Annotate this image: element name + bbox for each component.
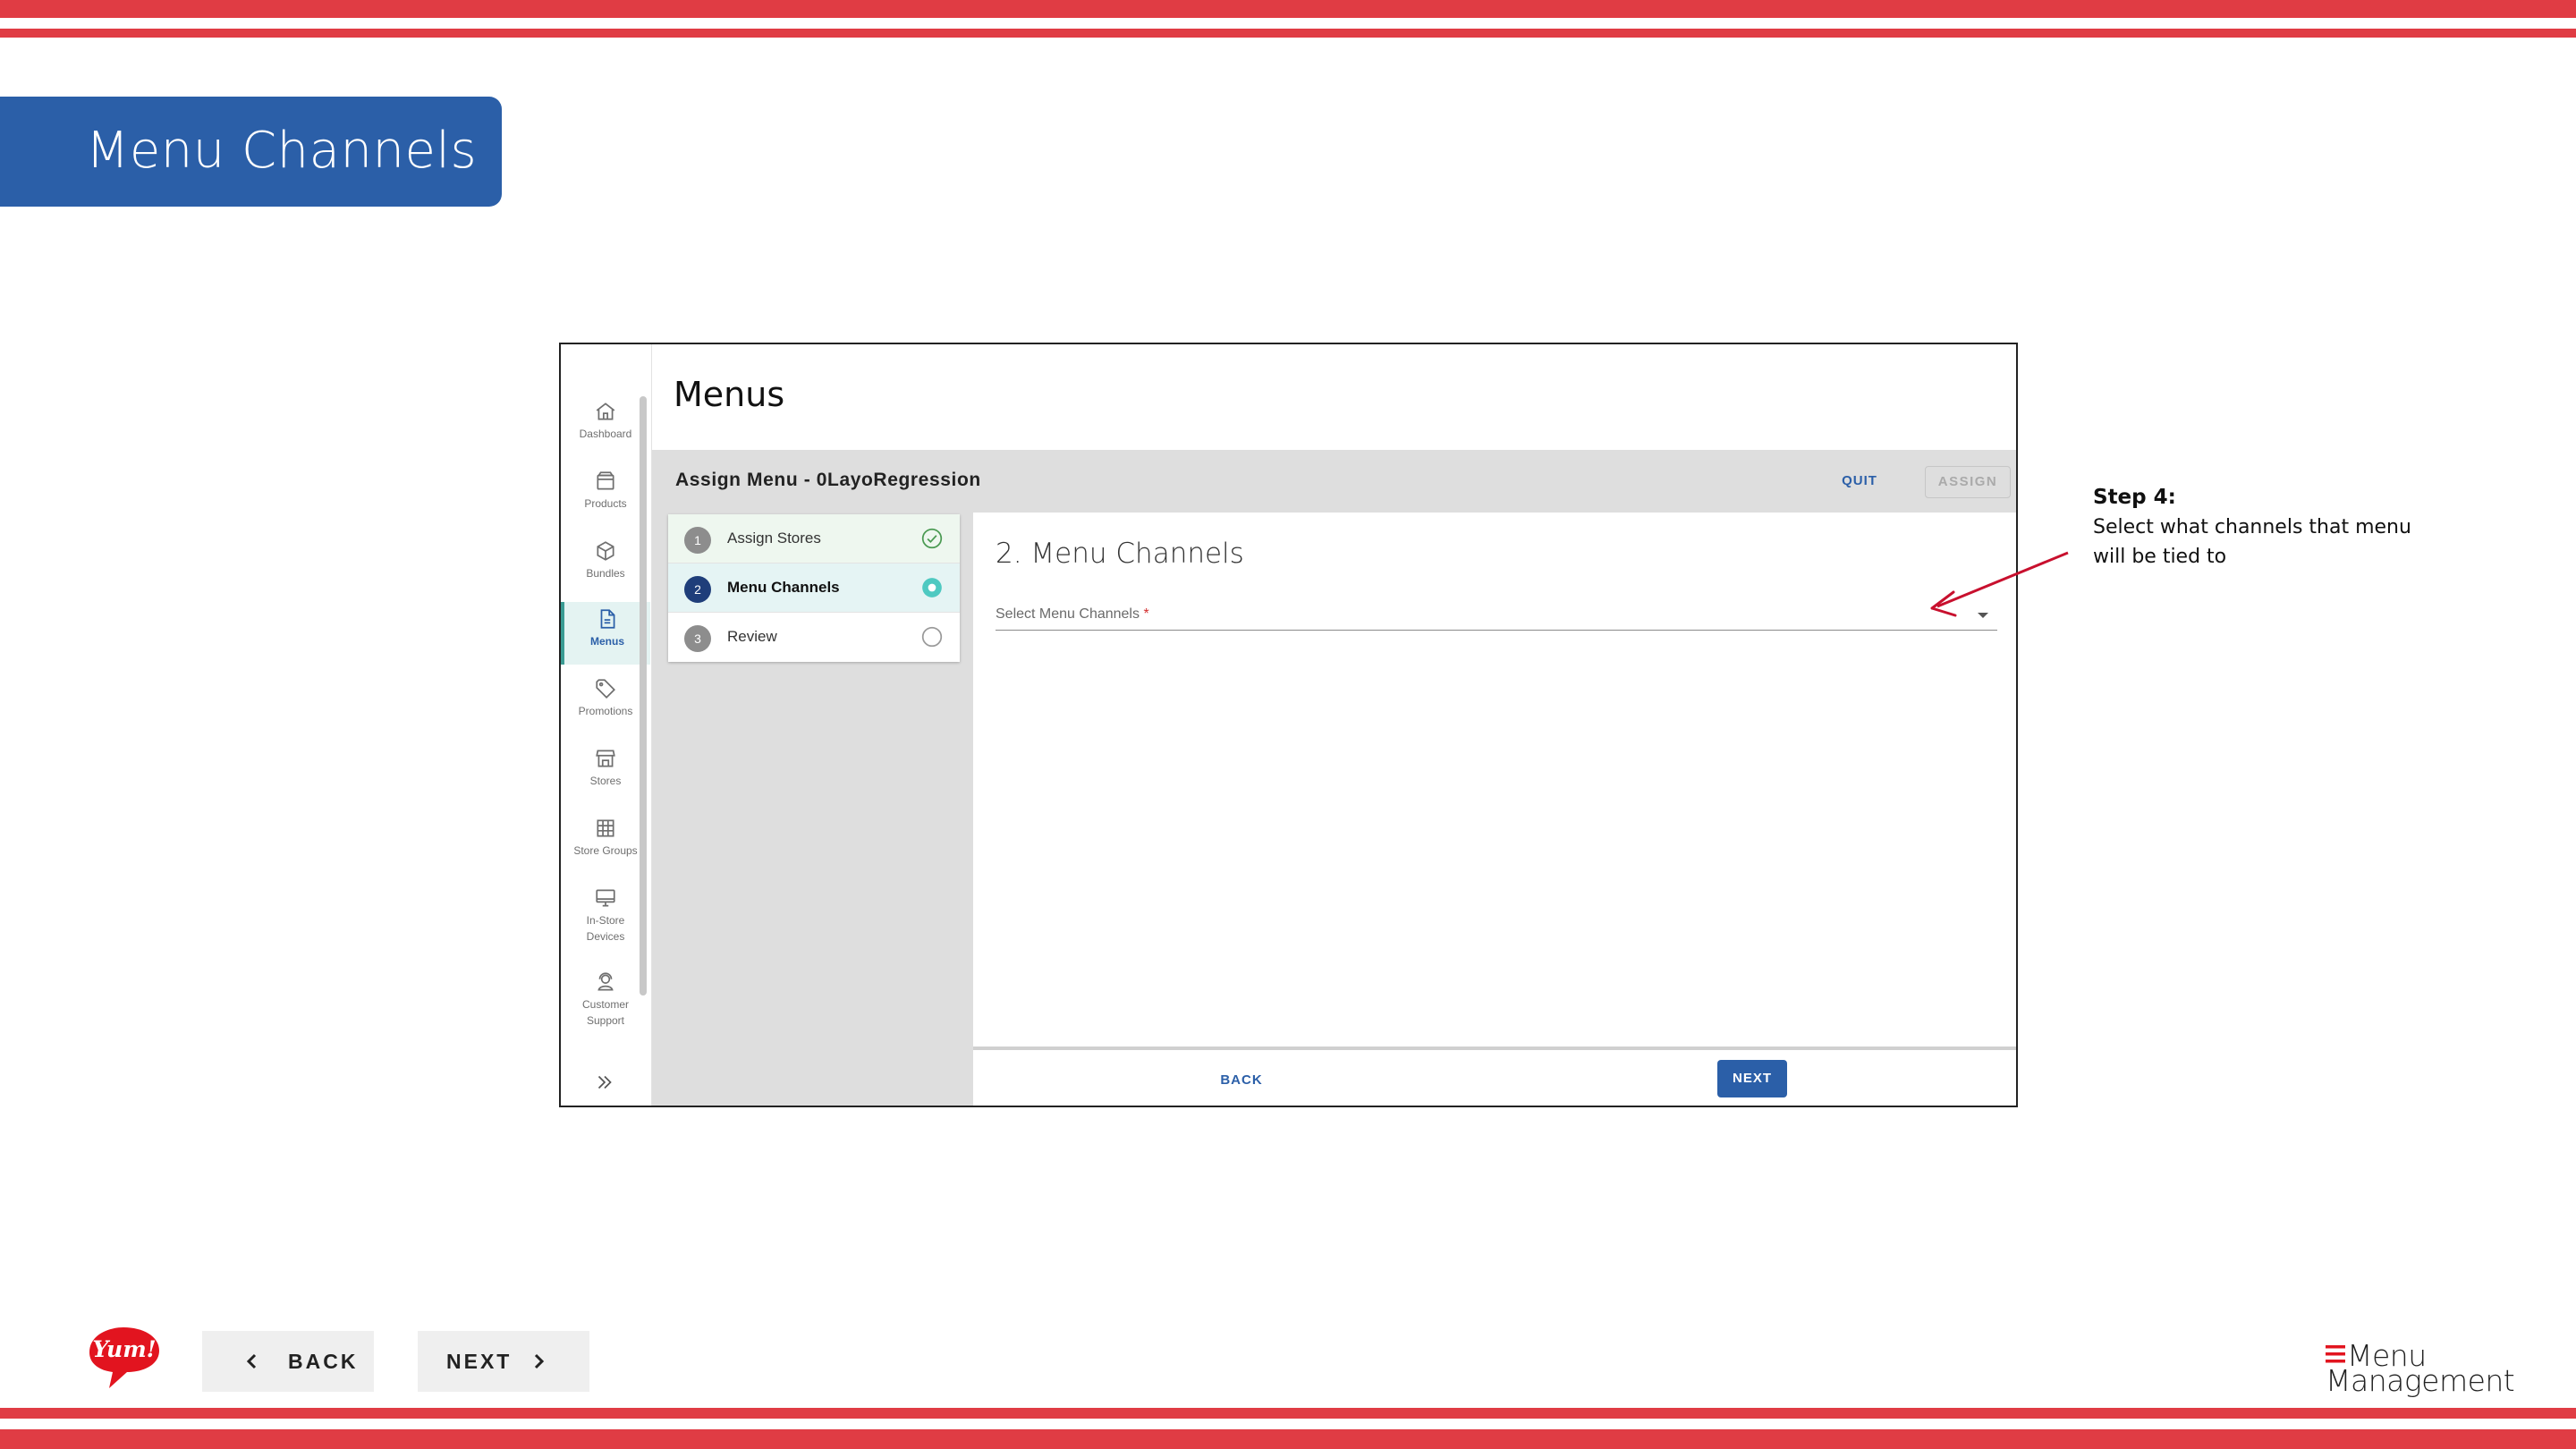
- sidebar-item-label: Stores: [589, 775, 622, 787]
- sidebar: Dashboard Products Bundles Menus Promoti…: [561, 344, 652, 1106]
- brand-line2: Management: [2326, 1363, 2515, 1398]
- annotation-step-label: Step 4:: [2093, 486, 2176, 509]
- support-agent-icon: [597, 972, 614, 991]
- assign-menu-title: Assign Menu - 0LayoRegression: [675, 470, 981, 490]
- slide-next-label: NEXT: [446, 1350, 513, 1373]
- slide-next-button[interactable]: NEXT: [418, 1331, 589, 1392]
- menu-channels-select[interactable]: Select Menu Channels *: [996, 602, 1997, 631]
- page-title: Menus: [674, 375, 785, 414]
- sidebar-item-store-groups[interactable]: Store Groups: [561, 817, 650, 870]
- step-label: Review: [727, 628, 777, 645]
- bottom-stripe-thin: [0, 1408, 2576, 1419]
- top-stripe: [0, 0, 2576, 18]
- step-review[interactable]: 3 Review: [668, 613, 960, 662]
- main-area: Menus Assign Menu - 0LayoRegression QUIT…: [652, 344, 2016, 1106]
- section-heading: 2. Menu Channels: [996, 538, 1244, 570]
- sidebar-item-menus[interactable]: Menus: [561, 602, 650, 665]
- select-placeholder-text: Select Menu Channels: [996, 606, 1140, 622]
- sidebar-item-label-line1: In-Store: [586, 914, 625, 927]
- step-number: 2: [684, 576, 711, 603]
- assign-button[interactable]: ASSIGN: [1925, 466, 2011, 498]
- sidebar-item-label-line2: Support: [586, 1014, 625, 1027]
- sidebar-item-label: Dashboard: [579, 428, 632, 440]
- slide-title-tab: Menu Channels: [0, 97, 502, 207]
- sidebar-item-in-store-devices[interactable]: In-Store Devices: [561, 886, 650, 956]
- top-stripe-thin: [0, 29, 2576, 38]
- step-label: Assign Stores: [727, 530, 821, 547]
- sidebar-item-promotions[interactable]: Promotions: [561, 677, 650, 731]
- step-number: 3: [684, 625, 711, 652]
- yum-logo-text: Yum!: [92, 1336, 156, 1362]
- select-placeholder: Select Menu Channels *: [996, 606, 1149, 623]
- sidebar-item-label: Menus: [589, 635, 624, 648]
- sidebar-item-customer-support[interactable]: Customer Support: [561, 970, 650, 1040]
- quit-button[interactable]: QUIT: [1833, 468, 1886, 495]
- next-button[interactable]: NEXT: [1717, 1060, 1787, 1097]
- yum-logo-icon: Yum!: [89, 1327, 159, 1388]
- step-label: Menu Channels: [727, 579, 840, 596]
- slide: Menu Channels Dashboard Products Bundles…: [0, 0, 2576, 1449]
- slide-back-label: BACK: [288, 1350, 359, 1373]
- slide-back-button[interactable]: BACK: [202, 1331, 374, 1392]
- step-assign-stores[interactable]: 1 Assign Stores: [668, 514, 960, 564]
- assign-menu-panel: Assign Menu - 0LayoRegression QUIT ASSIG…: [652, 450, 2016, 1106]
- sidebar-item-stores[interactable]: Stores: [561, 747, 650, 801]
- cube-icon: [597, 541, 614, 561]
- chevron-left-icon: [246, 1353, 257, 1369]
- annotation-arrow-icon: [1930, 551, 2069, 617]
- step-number: 1: [684, 527, 711, 554]
- chevron-right-icon: [534, 1353, 545, 1369]
- annotation: Step 4: Select what channels that menu w…: [2093, 483, 2469, 572]
- bottom-stripe: [0, 1429, 2576, 1449]
- sidebar-item-bundles[interactable]: Bundles: [561, 539, 650, 593]
- box-icon: [597, 471, 614, 490]
- radio-empty-icon: [921, 626, 943, 648]
- sidebar-item-products[interactable]: Products: [561, 470, 650, 523]
- tag-icon: [596, 679, 615, 699]
- menu-bars-icon: [2326, 1345, 2345, 1363]
- sidebar-item-label: Bundles: [586, 567, 625, 580]
- annotation-line2: will be tied to: [2093, 546, 2227, 568]
- monitor-icon: [596, 889, 615, 907]
- slide-title: Menu Channels: [86, 122, 478, 180]
- menu-management-logo: Menu Management: [2326, 1338, 2515, 1398]
- radio-active-icon: [922, 578, 942, 597]
- sidebar-scrollbar[interactable]: [640, 396, 647, 996]
- double-chevron-right-icon[interactable]: [593, 1071, 616, 1094]
- sidebar-item-label: Products: [584, 497, 627, 510]
- sidebar-item-label-line2: Devices: [586, 930, 625, 943]
- sidebar-item-label: Promotions: [578, 705, 633, 717]
- step-content: 2. Menu Channels Select Menu Channels * …: [973, 513, 2016, 1106]
- footer-divider: [973, 1046, 2016, 1050]
- stepper: 1 Assign Stores 2 Menu Channels 3 Review: [668, 514, 960, 662]
- sidebar-item-label: Store Groups: [573, 844, 638, 857]
- storefront-icon: [596, 750, 615, 767]
- app-window: Dashboard Products Bundles Menus Promoti…: [559, 343, 2018, 1107]
- sidebar-item-label-line1: Customer: [581, 998, 629, 1011]
- annotation-line1: Select what channels that menu: [2093, 516, 2411, 538]
- check-circle-icon: [921, 528, 943, 549]
- back-button[interactable]: BACK: [1215, 1067, 1268, 1094]
- sidebar-item-dashboard[interactable]: Dashboard: [561, 400, 650, 453]
- required-mark: *: [1143, 606, 1149, 622]
- grid-icon: [597, 819, 614, 837]
- home-icon: [596, 402, 615, 420]
- document-icon: [600, 609, 615, 629]
- step-menu-channels[interactable]: 2 Menu Channels: [668, 564, 960, 613]
